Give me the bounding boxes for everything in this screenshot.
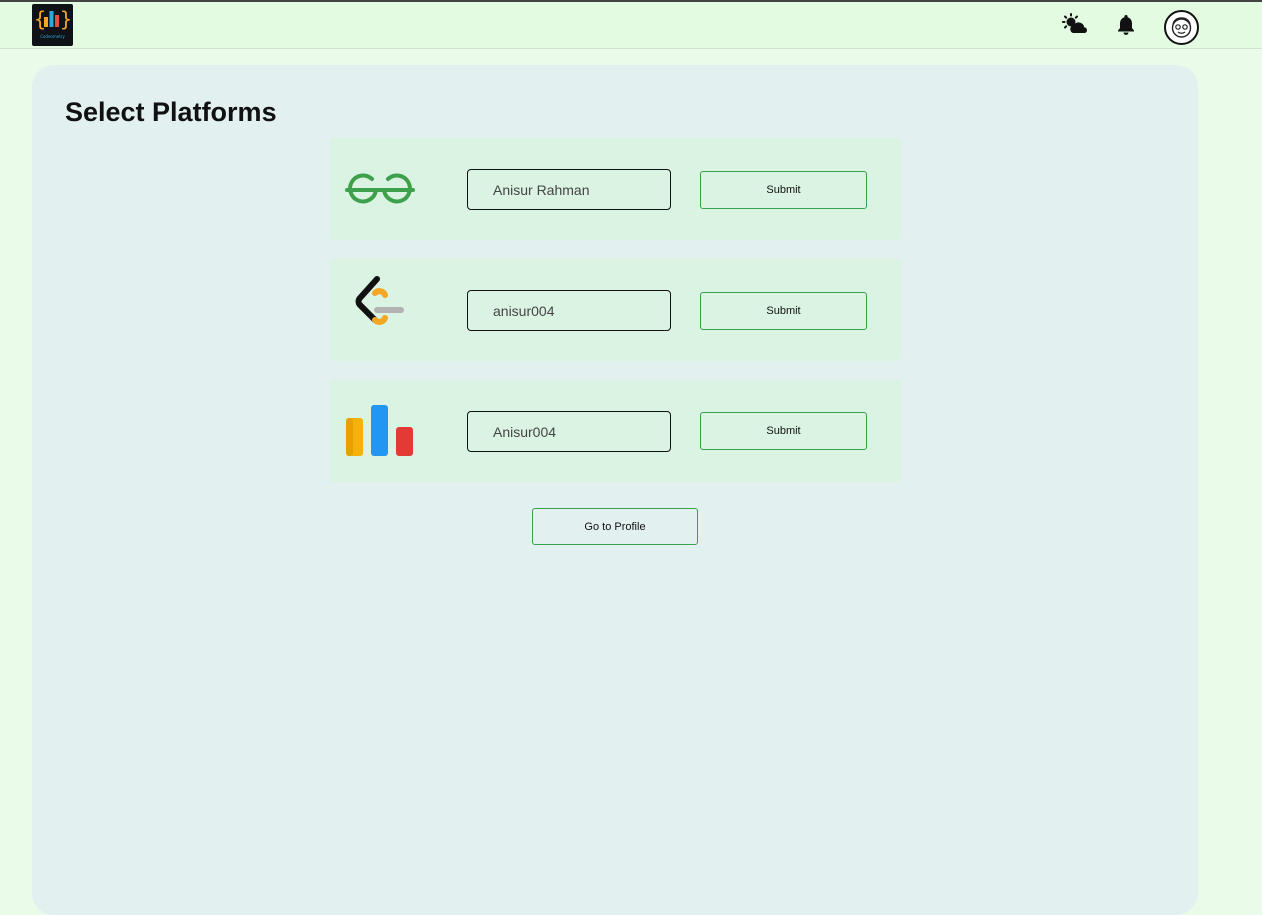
- geeksforgeeks-username-input[interactable]: [467, 169, 671, 210]
- platform-card-codechef: Submit: [330, 380, 901, 482]
- avatar-face-icon: [1171, 17, 1192, 38]
- platform-card-leetcode: Submit: [330, 259, 901, 361]
- app-logo[interactable]: { } Codeometry: [32, 4, 73, 46]
- svg-text:}: }: [60, 7, 72, 31]
- codechef-username-input[interactable]: [467, 411, 671, 452]
- geeksforgeeks-submit-button[interactable]: Submit: [700, 171, 867, 209]
- codechef-submit-button[interactable]: Submit: [700, 412, 867, 450]
- go-to-profile-button[interactable]: Go to Profile: [532, 508, 698, 545]
- platform-card-geeksforgeeks: Submit: [330, 138, 901, 240]
- leetcode-submit-button[interactable]: Submit: [700, 292, 867, 330]
- page-title: Select Platforms: [65, 97, 277, 127]
- bell-icon[interactable]: [1113, 12, 1139, 38]
- navbar: { } Codeometry: [0, 2, 1262, 49]
- weather-icon[interactable]: [1062, 12, 1088, 38]
- avatar[interactable]: [1164, 10, 1199, 45]
- leetcode-username-input[interactable]: [467, 290, 671, 331]
- geeksforgeeks-logo-icon: [345, 173, 415, 204]
- leetcode-logo-icon: [355, 276, 404, 325]
- logo-bars-icon: { }: [34, 7, 72, 31]
- codechef-bars-logo-icon: [346, 405, 413, 456]
- logo-text: Codeometry: [40, 34, 65, 39]
